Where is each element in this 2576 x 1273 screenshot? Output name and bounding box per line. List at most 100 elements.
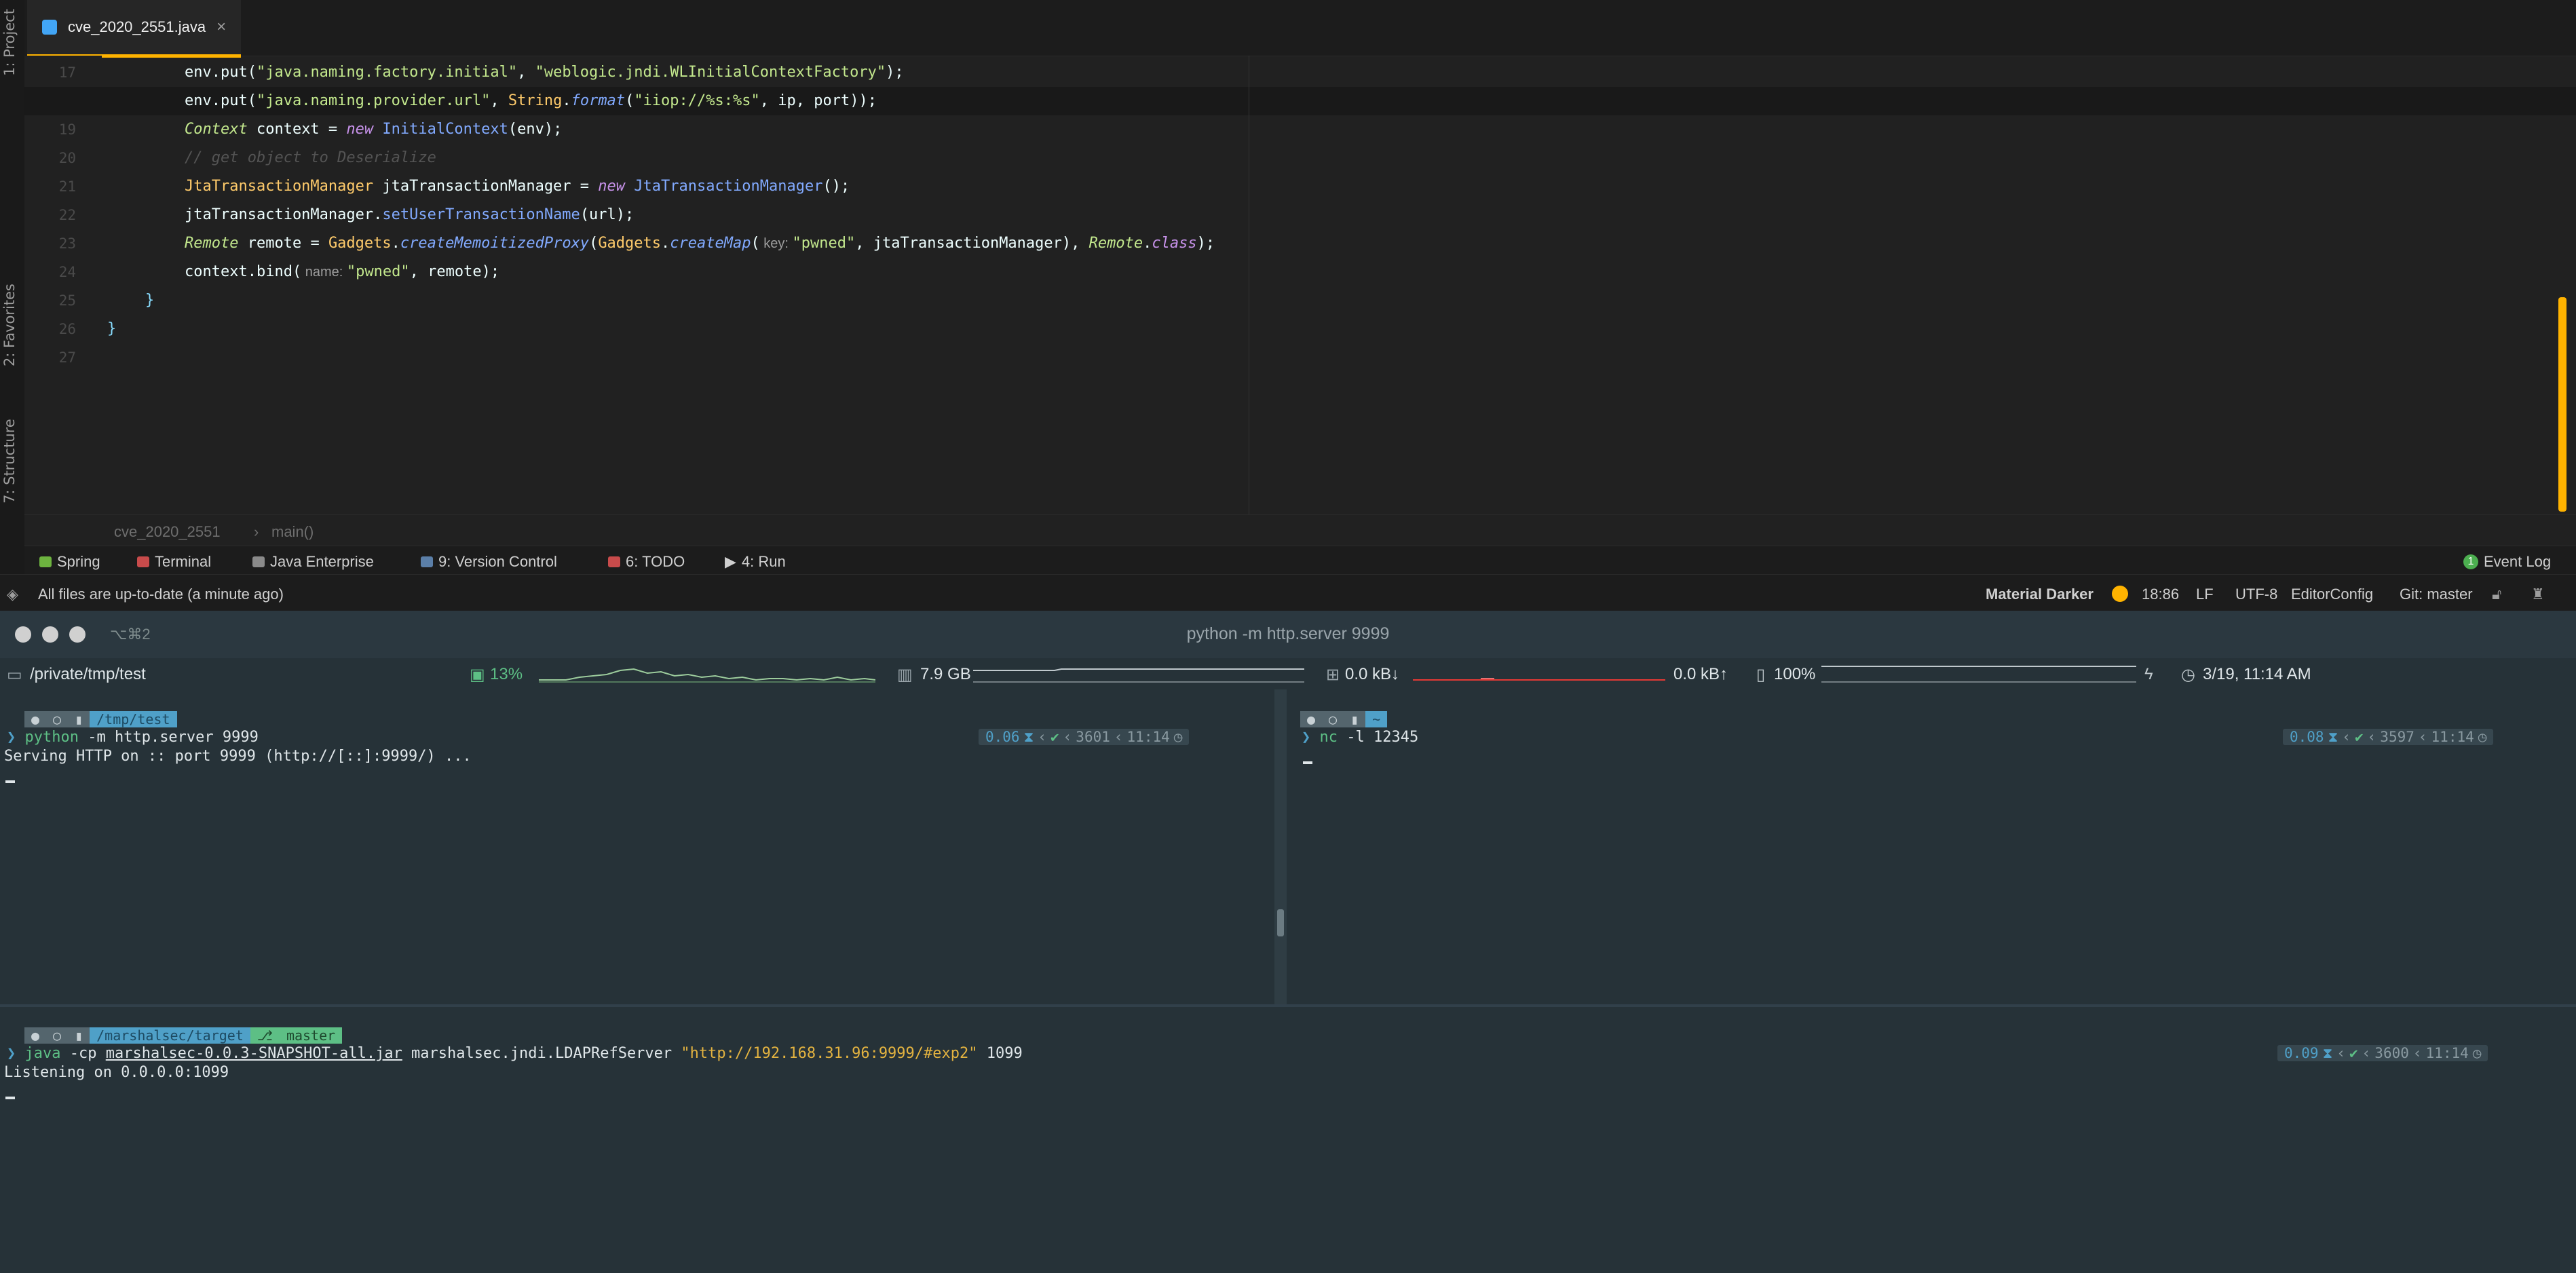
net-up: 0.0 kB↑ bbox=[1673, 665, 1728, 683]
tab-filename: cve_2020_2551.java bbox=[68, 18, 206, 35]
lock-icon[interactable]: 🔓︎ bbox=[2492, 586, 2501, 603]
breadcrumb-class[interactable]: cve_2020_2551 bbox=[114, 523, 221, 541]
branch-icon bbox=[421, 556, 433, 567]
tool-structure[interactable]: 7: Structure bbox=[1, 419, 18, 504]
layers-icon[interactable]: ◈ bbox=[7, 586, 18, 603]
line-number: 20 bbox=[58, 150, 76, 166]
code-line-21: JtaTransactionManager jtaTransactionMana… bbox=[185, 178, 850, 195]
terminal-window: ⌥⌘2 python -m http.server 9999 ▭ /privat… bbox=[0, 611, 2576, 1273]
text-cursor bbox=[5, 1097, 15, 1099]
prompt-path: /marshalsec/target bbox=[90, 1027, 250, 1044]
line-number: 23 bbox=[58, 235, 76, 252]
file-encoding[interactable]: UTF-8 bbox=[2235, 586, 2277, 603]
command-output: Serving HTTP on :: port 9999 (http://[::… bbox=[4, 748, 472, 765]
prompt-path: ~ bbox=[1365, 711, 1388, 727]
bulb-icon: ○ bbox=[46, 711, 69, 727]
terminal-icon bbox=[137, 556, 149, 567]
tool-project[interactable]: 1: Project bbox=[1, 9, 18, 76]
code-editor[interactable]: env.put("java.naming.factory.initial", "… bbox=[24, 56, 2576, 514]
battery-segment-icon: ▮ bbox=[1344, 711, 1366, 727]
memory-icon: ▥ bbox=[897, 666, 913, 684]
command-line: ❯ python -m http.server 9999 bbox=[7, 729, 259, 746]
network-icon: ⊞ bbox=[1326, 666, 1340, 684]
line-number: 17 bbox=[58, 64, 76, 81]
cpu-sparkline bbox=[539, 668, 875, 683]
git-branch-icon: ⎇ bbox=[250, 1027, 280, 1044]
breadcrumb: cve_2020_2551 › main() bbox=[24, 514, 2576, 546]
code-line-25: } bbox=[145, 292, 155, 309]
network-sparkline bbox=[1413, 678, 1665, 681]
tool-terminal[interactable]: Terminal bbox=[137, 553, 211, 571]
prompt-segments: ● ○ ▮ /tmp/test bbox=[24, 711, 177, 727]
check-icon: ✔ bbox=[2354, 729, 2364, 745]
git-branch[interactable]: Git: master bbox=[2400, 586, 2473, 603]
status-path[interactable]: /private/tmp/test bbox=[30, 665, 146, 684]
battery-sparkline bbox=[1821, 666, 2136, 683]
line-number: 22 bbox=[58, 207, 76, 223]
code-line-18: env.put("java.naming.provider.url", Stri… bbox=[24, 87, 2576, 115]
tool-favorites[interactable]: 2: Favorites bbox=[1, 284, 18, 366]
code-line-22: jtaTransactionManager.setUserTransaction… bbox=[185, 206, 634, 223]
pane-scrollbar[interactable] bbox=[1277, 909, 1284, 936]
terminal-pane-3[interactable]: ● ○ ▮ /marshalsec/target ⎇ master ❯ java… bbox=[0, 1007, 2576, 1273]
hourglass-icon: ⧗ bbox=[2322, 1044, 2333, 1061]
theme-color-dot bbox=[2112, 586, 2128, 602]
line-number: 24 bbox=[58, 264, 76, 280]
editorconfig[interactable]: EditorConfig bbox=[2291, 586, 2373, 603]
java-file-icon bbox=[42, 20, 57, 35]
hourglass-icon: ⧗ bbox=[2328, 728, 2338, 745]
clock-icon: ◷ bbox=[1173, 729, 1183, 745]
editor-tab-bar: cve_2020_2551.java × bbox=[24, 0, 2576, 58]
pane-divider-vertical[interactable] bbox=[1274, 689, 1287, 1004]
line-number: 19 bbox=[58, 121, 76, 138]
inspector-icon[interactable]: ♜ bbox=[2531, 586, 2545, 603]
line-number-gutter: 17 18 19 20 21 22 23 24 25 26 27 bbox=[24, 56, 102, 514]
close-tab-icon[interactable]: × bbox=[216, 18, 226, 37]
clock-icon: ◷ bbox=[2472, 1045, 2482, 1061]
battery-icon: ▯ bbox=[1756, 666, 1766, 684]
command-line: ❯ nc -l 12345 bbox=[1302, 729, 1419, 746]
todo-icon bbox=[608, 556, 620, 567]
right-prompt: 0.06 ⧗ ‹ ✔ ‹ 3601 ‹ 11:14 ◷ bbox=[979, 729, 1190, 745]
line-number: 21 bbox=[58, 178, 76, 195]
left-tool-strip: 1: Project 2: Favorites 7: Structure bbox=[0, 0, 25, 611]
code-line-24: context.bind( name: "pwned", remote); bbox=[185, 263, 500, 280]
status-message: All files are up-to-date (a minute ago) bbox=[38, 586, 284, 603]
line-number: 25 bbox=[58, 292, 76, 309]
net-down: 0.0 kB↓ bbox=[1345, 665, 1400, 683]
prompt-segments: ● ○ ▮ ~ bbox=[1300, 711, 1388, 727]
tool-run[interactable]: ▶ 4: Run bbox=[725, 553, 786, 571]
battery-segment-icon: ▮ bbox=[68, 1027, 90, 1044]
code-line-19: Context context = new InitialContext(env… bbox=[185, 121, 563, 138]
editor-scrollbar[interactable] bbox=[2558, 297, 2566, 512]
terminal-titlebar: ⌥⌘2 python -m http.server 9999 bbox=[0, 611, 2576, 658]
tool-java-enterprise[interactable]: Java Enterprise bbox=[252, 553, 374, 571]
command-output: Listening on 0.0.0.0:1099 bbox=[4, 1064, 229, 1081]
spring-icon bbox=[39, 556, 52, 567]
battery-level: 100% bbox=[1774, 665, 1816, 683]
terminal-pane-2[interactable]: ● ○ ▮ ~ ❯ nc -l 12345 0.08 ⧗ ‹ ✔ ‹ 3597 ‹ 11:14… bbox=[1287, 689, 2576, 1004]
tool-version-control[interactable]: 9: Version Control bbox=[421, 553, 557, 571]
caret-position[interactable]: 18:86 bbox=[2142, 586, 2179, 603]
theme-name[interactable]: Material Darker bbox=[1986, 586, 2094, 603]
ide-status-bar: ◈ All files are up-to-date (a minute ago… bbox=[0, 574, 2576, 611]
cpu-icon: ▣ bbox=[470, 666, 485, 684]
ide-window: 1: Project 2: Favorites 7: Structure cve… bbox=[0, 0, 2576, 611]
clock-icon: ◷ bbox=[2181, 666, 2195, 684]
check-icon: ✔ bbox=[1050, 729, 1059, 745]
tool-todo[interactable]: 6: TODO bbox=[608, 553, 685, 571]
right-prompt: 0.08 ⧗ ‹ ✔ ‹ 3597 ‹ 11:14 ◷ bbox=[2283, 728, 2494, 745]
code-line-17: env.put("java.naming.factory.initial", "… bbox=[185, 64, 904, 81]
terminal-pane-1[interactable]: ● ○ ▮ /tmp/test ❯ python -m http.server … bbox=[0, 689, 1274, 1004]
apple-icon: ● bbox=[24, 711, 47, 727]
line-separator[interactable]: LF bbox=[2196, 586, 2214, 603]
event-log[interactable]: 1 Event Log bbox=[2463, 553, 2551, 571]
breadcrumb-method[interactable]: main() bbox=[271, 523, 314, 541]
terminal-title: python -m http.server 9999 bbox=[1186, 624, 1390, 643]
breadcrumb-separator: › bbox=[254, 523, 259, 540]
editor-tab[interactable]: cve_2020_2551.java × bbox=[27, 0, 242, 58]
tool-spring[interactable]: Spring bbox=[39, 553, 100, 571]
bulb-icon: ○ bbox=[46, 1027, 69, 1044]
code-line-26: } bbox=[107, 320, 117, 337]
check-icon: ✔ bbox=[2349, 1045, 2358, 1061]
